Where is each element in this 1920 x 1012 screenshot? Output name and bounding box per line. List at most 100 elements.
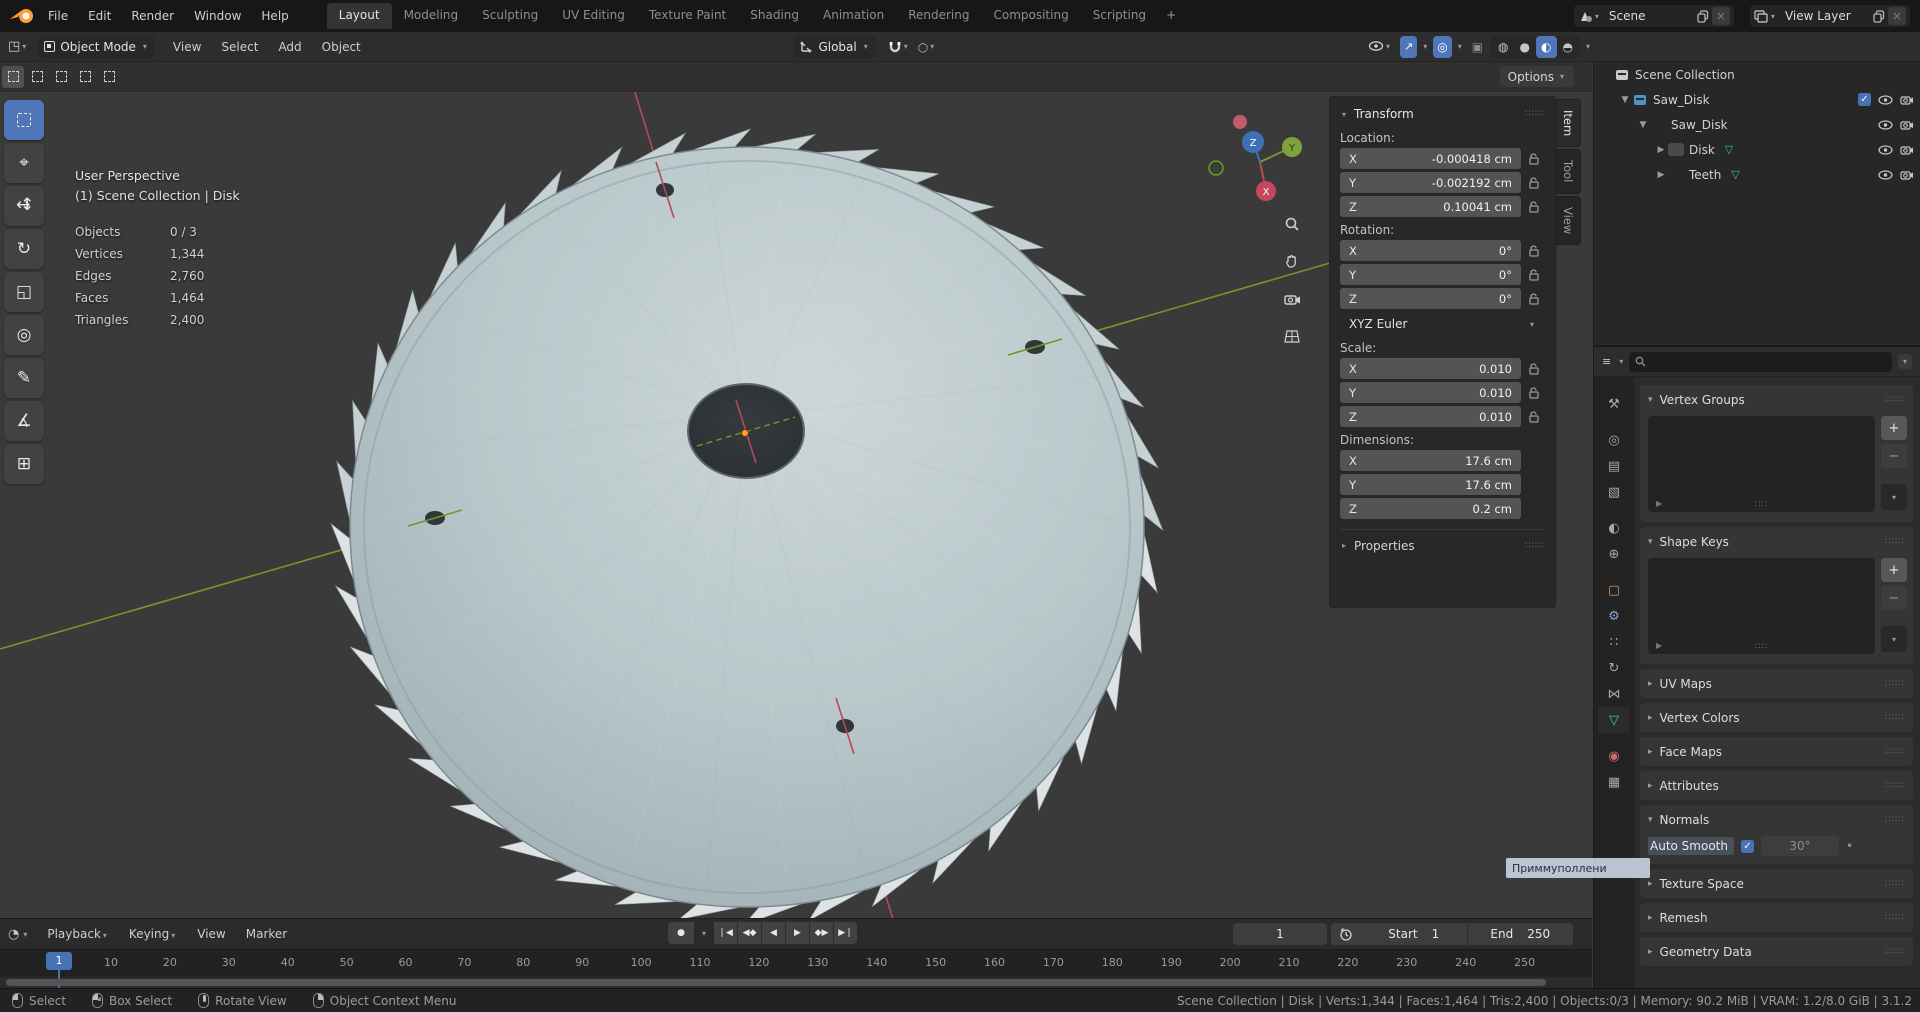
tool-button[interactable]: [4, 100, 44, 140]
hide-eye-icon[interactable]: [1878, 119, 1893, 130]
proportional-editing-icon[interactable]: ○ ▾: [914, 36, 941, 58]
collection-checkbox[interactable]: ✓: [1858, 93, 1871, 106]
hide-eye-icon[interactable]: [1878, 144, 1893, 155]
shading-mode-button[interactable]: ◓: [1558, 36, 1578, 58]
options-button[interactable]: Options ▾: [1499, 66, 1574, 87]
lock-icon[interactable]: [1521, 176, 1545, 189]
number-field[interactable]: Y 0°: [1340, 264, 1521, 285]
panel-grip[interactable]: ∷∷∷: [1885, 747, 1905, 757]
auto-smooth-checkbox[interactable]: ✓: [1740, 839, 1754, 853]
menu-item[interactable]: Playback ▾: [37, 923, 119, 945]
new-scene-icon[interactable]: [1697, 9, 1709, 23]
transport-button[interactable]: ❘◀: [714, 922, 738, 944]
animate-dot[interactable]: •: [1846, 839, 1853, 853]
rotation-mode-dropdown[interactable]: XYZ Euler ▾: [1340, 313, 1545, 335]
select-mode-button[interactable]: [2, 65, 24, 88]
number-field[interactable]: Z 0.010: [1340, 406, 1521, 427]
resize-handle[interactable]: ▶: [1656, 499, 1662, 508]
properties-tab[interactable]: ↻: [1598, 655, 1630, 681]
view-layer-name[interactable]: View Layer: [1777, 9, 1873, 23]
tool-button[interactable]: [4, 401, 44, 441]
properties-tab[interactable]: ◐: [1598, 515, 1630, 541]
transport-button[interactable]: ◀: [762, 922, 786, 944]
lock-icon[interactable]: [1521, 200, 1545, 213]
menu-item[interactable]: Add: [268, 36, 311, 58]
outliner-item-label[interactable]: Disk: [1689, 143, 1715, 157]
properties-tab[interactable]: ⋈: [1598, 681, 1630, 707]
panel-header[interactable]: ▸ Vertex Colors ∷∷∷: [1640, 703, 1913, 732]
editor-type-clock-icon[interactable]: ◔: [8, 927, 19, 942]
transport-button[interactable]: ◆▶: [810, 922, 834, 944]
snap-magnet-icon[interactable]: ▾: [884, 36, 914, 58]
select-mode-button[interactable]: [26, 66, 48, 88]
select-mode-button[interactable]: [98, 66, 120, 88]
select-mode-button[interactable]: [74, 66, 96, 88]
scene-selector[interactable]: ▾ Scene ×: [1573, 5, 1734, 27]
panel-grip[interactable]: ∷∷∷: [1525, 109, 1545, 119]
disable-render-camera-icon[interactable]: [1900, 169, 1914, 180]
number-field[interactable]: X 0°: [1340, 240, 1521, 261]
list-grip[interactable]: ∷∷: [1755, 500, 1768, 510]
number-field[interactable]: Z 0.2 cm: [1340, 498, 1521, 519]
tool-button[interactable]: [4, 358, 44, 398]
pan-hand-icon[interactable]: [1278, 247, 1306, 275]
panel-grip[interactable]: ∷∷∷: [1885, 679, 1905, 689]
properties-search-input[interactable]: [1629, 351, 1892, 372]
auto-keying-record-button[interactable]: ●: [668, 922, 694, 944]
menu-item[interactable]: Edit: [78, 5, 121, 27]
hide-eye-icon[interactable]: [1878, 169, 1893, 180]
end-frame-field[interactable]: End 250: [1468, 927, 1574, 941]
panel-grip[interactable]: ∷∷∷: [1885, 713, 1905, 723]
panel-header[interactable]: ▸ Texture Space ∷∷∷: [1640, 869, 1913, 898]
playhead[interactable]: 1: [46, 952, 72, 970]
menu-item[interactable]: Marker: [236, 923, 297, 945]
expand-icon[interactable]: ▶: [1654, 170, 1668, 180]
transport-button[interactable]: ▶❘: [834, 922, 858, 944]
remove-button[interactable]: −: [1881, 586, 1907, 610]
xray-toggle[interactable]: ▣: [1468, 36, 1487, 58]
workspace-tab[interactable]: Modeling: [392, 3, 471, 29]
zoom-icon[interactable]: [1278, 210, 1306, 238]
add-button[interactable]: +: [1881, 558, 1907, 582]
panel-header[interactable]: ▾ Shape Keys ∷∷∷: [1640, 527, 1913, 556]
hide-eye-icon[interactable]: [1878, 94, 1893, 105]
panel-grip[interactable]: ∷∷∷: [1885, 781, 1905, 791]
auto-smooth-label[interactable]: Auto Smooth: [1648, 837, 1734, 855]
expand-icon[interactable]: ▼: [1636, 120, 1650, 130]
menu-item[interactable]: View: [163, 36, 211, 58]
current-frame-field[interactable]: 1: [1233, 923, 1327, 945]
outliner-item-label[interactable]: Saw_Disk: [1671, 118, 1728, 132]
select-mode-button[interactable]: [50, 66, 72, 88]
properties-tab[interactable]: ⊕: [1598, 541, 1630, 567]
filter-dropdown-icon[interactable]: ▾: [1897, 354, 1912, 369]
list-grip[interactable]: ∷∷: [1755, 642, 1768, 652]
tool-button[interactable]: [4, 143, 44, 183]
panel-grip[interactable]: ∷∷∷: [1885, 395, 1905, 405]
ortho-grid-icon[interactable]: [1278, 322, 1306, 350]
specials-menu-button[interactable]: ▾: [1881, 626, 1907, 652]
expand-icon[interactable]: ▶: [1654, 145, 1668, 155]
panel-grip[interactable]: ∷∷∷: [1885, 537, 1905, 547]
add-button[interactable]: +: [1881, 416, 1907, 440]
panel-header[interactable]: ▾ Vertex Groups ∷∷∷: [1640, 385, 1913, 414]
n-panel-tab[interactable]: View: [1556, 195, 1581, 245]
menu-item[interactable]: Render: [121, 5, 184, 27]
transport-button[interactable]: ◀◆: [738, 922, 762, 944]
number-field[interactable]: Y 17.6 cm: [1340, 474, 1521, 495]
panel-grip[interactable]: ∷∷∷: [1885, 879, 1905, 889]
shading-mode-button[interactable]: ◍: [1493, 36, 1513, 58]
properties-tab[interactable]: ▦: [1598, 769, 1630, 795]
number-field[interactable]: Z 0.10041 cm: [1340, 196, 1521, 217]
workspace-tab[interactable]: Sculpting: [470, 3, 550, 29]
tool-button[interactable]: [4, 315, 44, 355]
menu-item[interactable]: View: [187, 923, 235, 945]
n-panel-tab[interactable]: Tool: [1556, 149, 1581, 194]
properties-tab[interactable]: ◎: [1598, 427, 1630, 453]
shading-dropdown-icon[interactable]: ▾: [1586, 42, 1590, 51]
workspace-tab[interactable]: Animation: [811, 3, 896, 29]
auto-smooth-angle-field[interactable]: 30°: [1760, 836, 1839, 856]
scene-name[interactable]: Scene: [1601, 9, 1697, 23]
close-icon[interactable]: ×: [1711, 7, 1730, 25]
lock-icon[interactable]: [1521, 244, 1545, 257]
tool-button[interactable]: [4, 229, 44, 269]
